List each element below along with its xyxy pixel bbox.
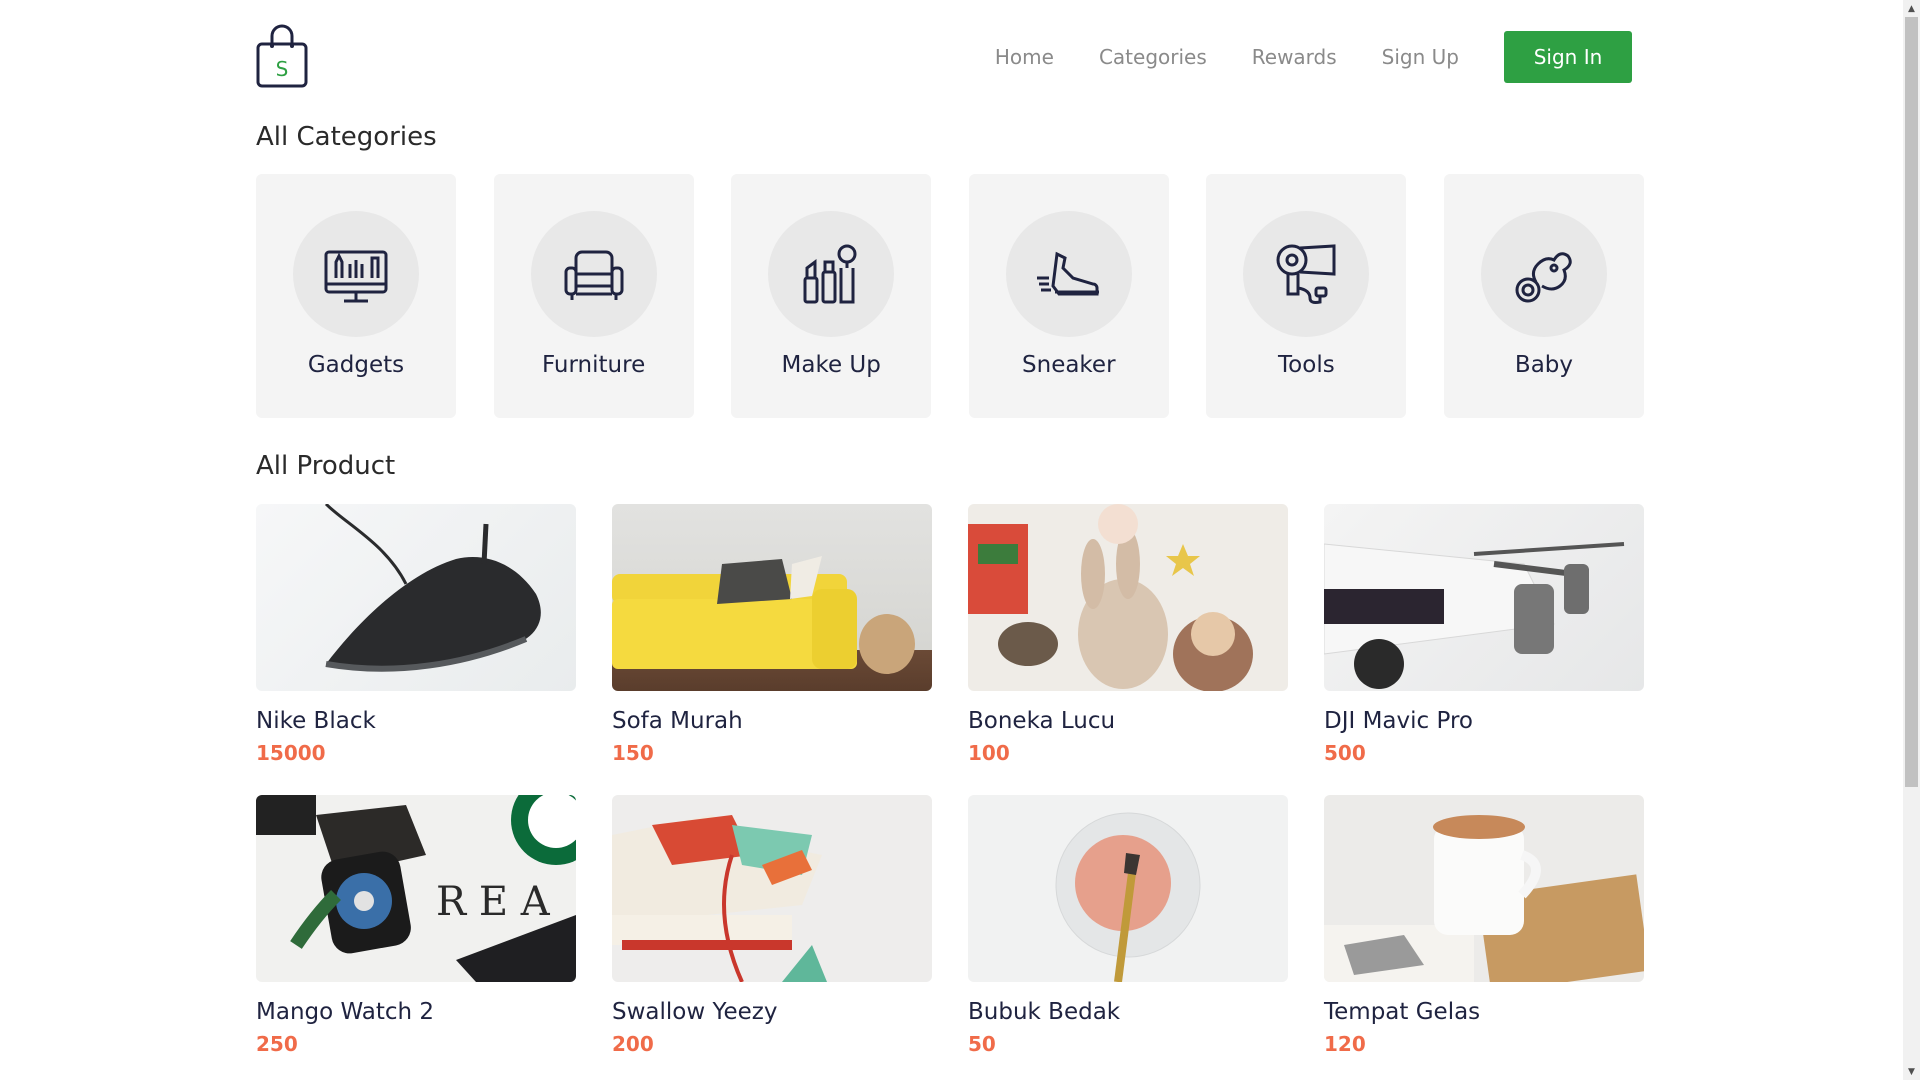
product-price: 120: [1324, 1032, 1366, 1056]
category-icon-circle: [530, 211, 657, 337]
nav-sign-up[interactable]: Sign Up: [1382, 45, 1459, 69]
coffee-cup-photo[interactable]: [1324, 795, 1644, 982]
product-name: Tempat Gelas: [1324, 999, 1481, 1025]
category-icon-circle: [293, 211, 419, 337]
product-price: 500: [1324, 741, 1366, 765]
watch-illustration: R E A: [256, 795, 576, 982]
product-price: 250: [256, 1032, 298, 1056]
product-price: 150: [612, 741, 654, 765]
scroll-thumb[interactable]: [1905, 17, 1918, 787]
colorful-sneaker-photo[interactable]: [612, 795, 932, 982]
product-price: 15000: [256, 741, 326, 765]
product-card[interactable]: Swallow Yeezy 200: [612, 795, 932, 1056]
smartwatch-photo[interactable]: R E A: [256, 795, 576, 982]
toys-illustration: [968, 504, 1253, 691]
watch-photo-lettering: R E A: [436, 879, 551, 925]
nav-rewards[interactable]: Rewards: [1252, 45, 1337, 69]
shopping-bag-logo-icon[interactable]: S: [256, 22, 308, 88]
page: S Home Categories Rewards Sign Up Sign I…: [256, 0, 1644, 1056]
product-name: Sofa Murah: [612, 708, 743, 734]
product-name: DJI Mavic Pro: [1324, 708, 1473, 734]
category-furniture[interactable]: Furniture: [493, 174, 694, 418]
product-name: Bubuk Bedak: [968, 999, 1121, 1025]
product-name: Boneka Lucu: [968, 708, 1116, 734]
category-gadgets[interactable]: Gadgets: [256, 174, 456, 418]
header: S Home Categories Rewards Sign Up Sign I…: [256, 0, 1644, 115]
category-sneaker[interactable]: Sneaker: [968, 174, 1169, 418]
product-card[interactable]: Boneka Lucu 100: [968, 504, 1288, 765]
category-icon-circle: [1480, 211, 1607, 337]
sneaker-illustration: [612, 815, 827, 982]
category-label: Sneaker: [1022, 352, 1116, 378]
product-price: 100: [968, 741, 1010, 765]
category-icon-circle: [1005, 211, 1132, 337]
product-card[interactable]: Nike Black 15000: [256, 504, 576, 765]
powder-illustration: [1055, 812, 1201, 982]
armchair-icon: [564, 250, 624, 300]
sign-in-button[interactable]: Sign In: [1504, 31, 1632, 83]
nav-categories[interactable]: Categories: [1099, 45, 1207, 69]
vertical-scrollbar[interactable]: ▲ ▼: [1903, 0, 1920, 1080]
product-price: 200: [612, 1032, 654, 1056]
category-label: Furniture: [541, 352, 646, 378]
category-baby[interactable]: Baby: [1443, 174, 1644, 418]
product-card[interactable]: Tempat Gelas 120: [1324, 795, 1644, 1056]
category-label: Baby: [1514, 352, 1574, 378]
powder-photo[interactable]: [968, 795, 1288, 982]
main-nav: Home Categories Rewards Sign Up Sign In: [995, 31, 1632, 83]
product-card[interactable]: DJI Mavic Pro 500: [1324, 504, 1644, 765]
categories-list: Gadgets Furniture Make Up Sneaker Tools …: [256, 174, 1644, 418]
category-icon-circle: [1243, 211, 1370, 337]
coffee-illustration: [1324, 815, 1644, 982]
product-name: Mango Watch 2: [256, 999, 435, 1025]
product-card[interactable]: Bubuk Bedak 50: [968, 795, 1288, 1056]
nav-home[interactable]: Home: [995, 45, 1054, 69]
category-icon-circle: [768, 211, 895, 337]
drone-illustration: [1324, 542, 1625, 689]
product-name: Nike Black: [256, 708, 376, 734]
scroll-down-arrow-icon[interactable]: ▼: [1903, 1063, 1920, 1080]
gadgets-icon: [324, 250, 388, 303]
svg-text:S: S: [276, 57, 289, 81]
pacifier-icon: [1515, 252, 1572, 303]
categories-title: All Categories: [256, 122, 437, 152]
plush-toys-photo[interactable]: [968, 504, 1288, 691]
black-sneaker-photo[interactable]: [256, 504, 576, 691]
shoe-illustration: [324, 504, 541, 672]
sneaker-icon: [1036, 251, 1099, 296]
category-label: Gadgets: [307, 352, 405, 378]
category-label: Make Up: [781, 352, 881, 378]
drone-photo[interactable]: [1324, 504, 1644, 691]
product-card[interactable]: Sofa Murah 150: [612, 504, 932, 765]
category-make-up[interactable]: Make Up: [731, 174, 932, 418]
sofa-illustration: [612, 556, 915, 674]
product-price: 50: [968, 1032, 996, 1056]
product-card[interactable]: R E A Mango Watch 2 250: [256, 795, 576, 1056]
scroll-up-arrow-icon[interactable]: ▲: [1903, 0, 1920, 17]
product-name: Swallow Yeezy: [612, 999, 778, 1025]
category-label: Tools: [1278, 352, 1335, 378]
hair-dryer-icon: [1276, 244, 1336, 304]
yellow-sofa-photo[interactable]: [612, 504, 932, 691]
makeup-icon: [803, 244, 857, 304]
products-title: All Product: [256, 451, 396, 481]
category-tools[interactable]: Tools: [1206, 174, 1407, 418]
